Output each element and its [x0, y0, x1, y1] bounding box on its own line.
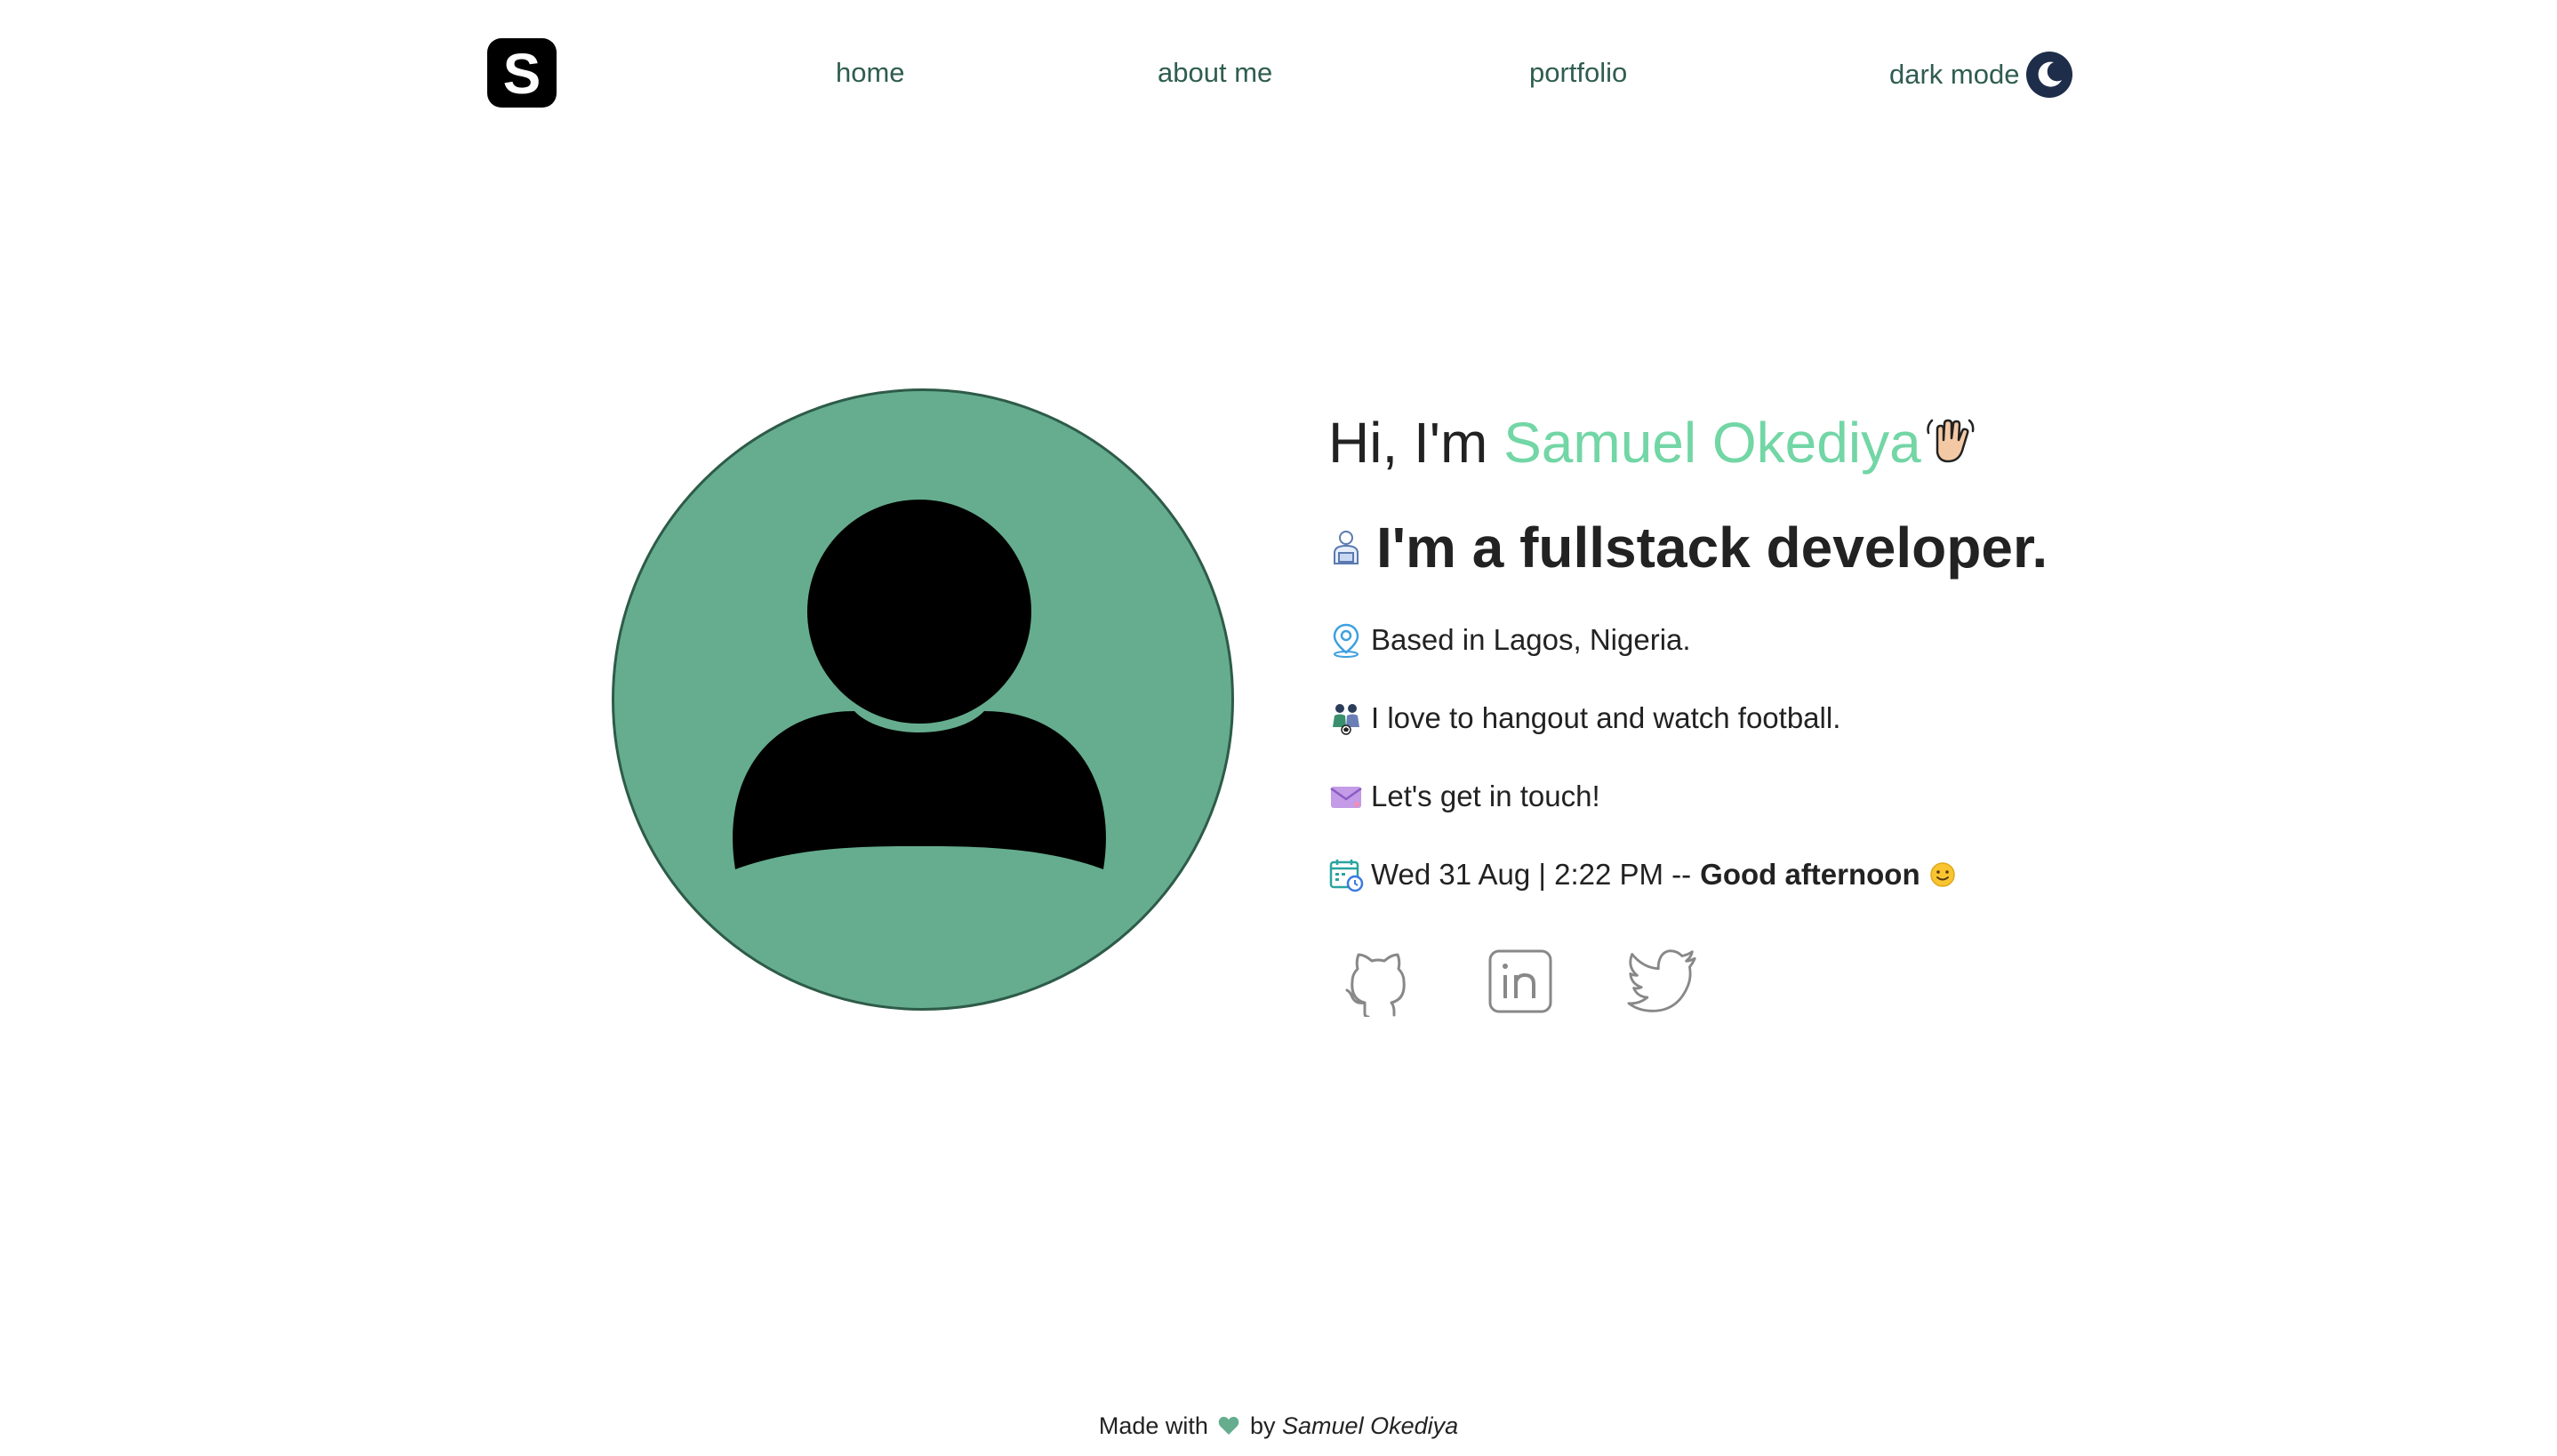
dark-mode-label: dark mode: [1889, 59, 2020, 90]
waving-hand-icon: [1923, 413, 1976, 481]
nav-about-link[interactable]: about me: [1158, 52, 1272, 94]
nav-home-link[interactable]: home: [836, 52, 905, 94]
greeting-prefix: Hi, I'm: [1328, 411, 1504, 475]
author-name: Samuel Okediya: [1503, 411, 1921, 475]
footer-author: Samuel Okediya: [1282, 1412, 1459, 1439]
footer: Made with by Samuel Okediya: [0, 1408, 2557, 1445]
moon-icon: [2026, 52, 2073, 98]
contact-line: Let's get in touch!: [1328, 777, 1600, 816]
location-line: Based in Lagos, Nigeria.: [1328, 620, 1691, 660]
role-heading: I'm a fullstack developer.: [1328, 514, 2048, 581]
logo[interactable]: S: [487, 38, 557, 108]
dark-mode-toggle[interactable]: dark mode: [1889, 52, 2073, 98]
footer-made-with: Made with: [1098, 1412, 1208, 1439]
envelope-icon: [1328, 779, 1364, 814]
salutation-text: Good afternoon: [1700, 858, 1920, 891]
football-friends-icon: [1328, 700, 1364, 736]
location-pin-icon: [1328, 622, 1364, 658]
smile-emoji-icon: [1929, 861, 1956, 888]
datetime-text: Wed 31 Aug | 2:22 PM --: [1371, 858, 1692, 891]
page: S home about me portfolio dark mode Hi, …: [0, 0, 2557, 1456]
greeting-heading: Hi, I'm Samuel Okediya: [1328, 409, 1976, 481]
avatar: [612, 388, 1234, 1011]
footer-by: by: [1249, 1412, 1276, 1439]
location-text: Based in Lagos, Nigeria.: [1371, 623, 1691, 656]
calendar-clock-icon: [1328, 857, 1364, 892]
github-icon[interactable]: [1343, 946, 1414, 1017]
person-silhouette-icon: [733, 481, 1106, 869]
social-links: [1343, 946, 1698, 1017]
heart-icon: [1218, 1410, 1239, 1445]
logo-letter: S: [502, 42, 541, 106]
role-text: I'm a fullstack developer.: [1376, 516, 2048, 580]
developer-icon: [1328, 528, 1364, 567]
twitter-icon[interactable]: [1627, 946, 1698, 1017]
linkedin-icon[interactable]: [1485, 946, 1556, 1017]
contact-text: Let's get in touch!: [1371, 780, 1600, 812]
nav-portfolio-link[interactable]: portfolio: [1529, 52, 1627, 94]
datetime-line: Wed 31 Aug | 2:22 PM -- Good afternoon: [1328, 855, 1956, 894]
hobby-line: I love to hangout and watch football.: [1328, 699, 1840, 738]
hobby-text: I love to hangout and watch football.: [1371, 701, 1841, 734]
